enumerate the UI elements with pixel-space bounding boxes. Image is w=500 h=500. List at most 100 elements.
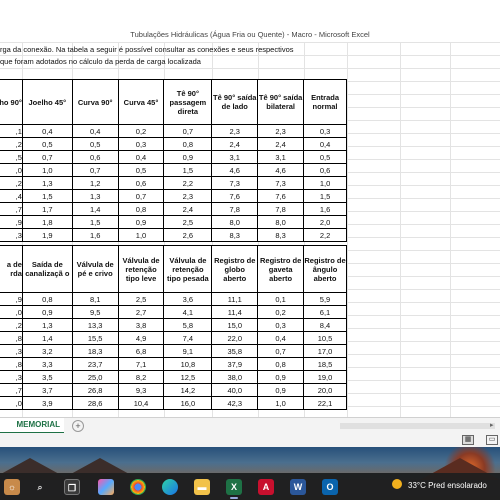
table-cell[interactable]: 3,6: [163, 292, 213, 306]
sheet-tab-memorial[interactable]: MEMORIAL: [0, 418, 64, 434]
table-cell[interactable]: 8,1: [71, 292, 119, 306]
table-cell[interactable]: 8,3: [211, 228, 259, 242]
table-cell[interactable]: 4,1: [163, 305, 213, 319]
table-cell[interactable]: 2,3: [211, 124, 259, 138]
edge-icon[interactable]: [162, 479, 178, 495]
table-cell[interactable]: 0,9: [21, 305, 73, 319]
table-cell[interactable]: 0,3: [303, 124, 347, 138]
table-cell[interactable]: 0,9: [257, 383, 305, 397]
chrome-icon[interactable]: [130, 479, 146, 495]
table-cell[interactable]: 0,5: [71, 137, 119, 151]
table-cell[interactable]: 1,6: [71, 228, 119, 242]
table-cell[interactable]: 0,4: [71, 124, 119, 138]
table-cell[interactable]: 18,3: [71, 344, 119, 358]
table-cell[interactable]: 13,3: [71, 318, 119, 332]
table-cell[interactable]: 1,5: [21, 189, 73, 203]
table-cell[interactable]: 0,8: [21, 292, 73, 306]
table-cell[interactable]: 9,3: [117, 383, 165, 397]
table-cell[interactable]: 0,6: [117, 176, 165, 190]
table-cell[interactable]: 1,8: [21, 215, 73, 229]
table-cell[interactable]: 1,7: [21, 202, 73, 216]
table-cell[interactable]: 0,6: [71, 150, 119, 164]
table-cell[interactable]: 0,8: [163, 137, 213, 151]
table-cell[interactable]: 0,7: [71, 163, 119, 177]
table-cell[interactable]: 1,5: [163, 163, 213, 177]
table-cell[interactable]: 3,7: [21, 383, 73, 397]
table-cell[interactable]: 35,8: [211, 344, 259, 358]
table-cell[interactable]: 8,0: [257, 215, 305, 229]
table-cell[interactable]: 2,2: [163, 176, 213, 190]
column-header[interactable]: Tê 90° passagem direta: [163, 79, 213, 125]
table-cell[interactable]: 0,7: [117, 189, 165, 203]
table-cell[interactable]: 9,5: [71, 305, 119, 319]
table-cell[interactable]: 1,4: [71, 202, 119, 216]
table-cell[interactable]: 3,8: [117, 318, 165, 332]
table-cell[interactable]: 3,9: [21, 396, 73, 410]
acrobat-icon[interactable]: A: [258, 479, 274, 495]
column-header[interactable]: Válvula de retenção tipo pesada: [163, 245, 213, 293]
outlook-icon[interactable]: O: [322, 479, 338, 495]
table-cell[interactable]: 0,5: [117, 163, 165, 177]
table-cell[interactable]: 7,1: [117, 357, 165, 371]
table-cell[interactable]: ,2: [0, 176, 23, 190]
table-cell[interactable]: 0,7: [257, 344, 305, 358]
table-cell[interactable]: 0,4: [303, 137, 347, 151]
table-cell[interactable]: ,7: [0, 383, 23, 397]
table-cell[interactable]: 0,7: [21, 150, 73, 164]
table-cell[interactable]: 7,8: [211, 202, 259, 216]
column-header[interactable]: Curva 90°: [71, 79, 119, 125]
table-cell[interactable]: 1,3: [21, 176, 73, 190]
table-cell[interactable]: 11,1: [211, 292, 259, 306]
table-cell[interactable]: 7,6: [211, 189, 259, 203]
table-cell[interactable]: 8,2: [117, 370, 165, 384]
table-cell[interactable]: 2,4: [163, 202, 213, 216]
table-cell[interactable]: 0,4: [117, 150, 165, 164]
column-header[interactable]: Tê 90° saída de lado: [211, 79, 259, 125]
table-cell[interactable]: 1,5: [71, 215, 119, 229]
table-cell[interactable]: ,3: [0, 370, 23, 384]
table-cell[interactable]: 37,9: [211, 357, 259, 371]
table-cell[interactable]: ,0: [0, 163, 23, 177]
table-cell[interactable]: 2,7: [117, 305, 165, 319]
table-cell[interactable]: 2,5: [163, 215, 213, 229]
table-cell[interactable]: 3,1: [257, 150, 305, 164]
table-cell[interactable]: 0,3: [257, 318, 305, 332]
table-cell[interactable]: 2,3: [163, 189, 213, 203]
table-cell[interactable]: 3,3: [21, 357, 73, 371]
table-cell[interactable]: 40,0: [211, 383, 259, 397]
table-cell[interactable]: 7,8: [257, 202, 305, 216]
table-cell[interactable]: 4,6: [211, 163, 259, 177]
table-cell[interactable]: 2,4: [211, 137, 259, 151]
table-cell[interactable]: 22,1: [303, 396, 347, 410]
table-cell[interactable]: ,9: [0, 292, 23, 306]
table-cell[interactable]: 2,6: [163, 228, 213, 242]
table-cell[interactable]: ,5: [0, 150, 23, 164]
add-sheet-button[interactable]: +: [72, 420, 84, 432]
table-cell[interactable]: 42,3: [211, 396, 259, 410]
table-cell[interactable]: 1,0: [21, 163, 73, 177]
table-cell[interactable]: ,3: [0, 344, 23, 358]
table-cell[interactable]: 8,4: [303, 318, 347, 332]
table-cell[interactable]: 17,0: [303, 344, 347, 358]
column-header[interactable]: Válvula de pé e crivo: [71, 245, 119, 293]
table-cell[interactable]: 0,2: [257, 305, 305, 319]
table-cell[interactable]: 2,2: [303, 228, 347, 242]
table-cell[interactable]: 11,4: [211, 305, 259, 319]
table-cell[interactable]: ,7: [0, 202, 23, 216]
table-cell[interactable]: 1,0: [117, 228, 165, 242]
table-cell[interactable]: ,0: [0, 305, 23, 319]
table-cell[interactable]: 19,0: [303, 370, 347, 384]
table-cell[interactable]: 2,3: [257, 124, 305, 138]
table-cell[interactable]: ,8: [0, 331, 23, 345]
table-cell[interactable]: 1,3: [21, 318, 73, 332]
table-cell[interactable]: 25,0: [71, 370, 119, 384]
table-cell[interactable]: 8,0: [211, 215, 259, 229]
task-view-icon[interactable]: ❐: [64, 479, 80, 495]
table-cell[interactable]: 14,2: [163, 383, 213, 397]
table-cell[interactable]: 7,3: [211, 176, 259, 190]
table-cell[interactable]: 8,3: [257, 228, 305, 242]
table-cell[interactable]: 5,9: [303, 292, 347, 306]
table-cell[interactable]: 0,3: [117, 137, 165, 151]
table-cell[interactable]: 2,5: [117, 292, 165, 306]
table-cell[interactable]: 3,2: [21, 344, 73, 358]
